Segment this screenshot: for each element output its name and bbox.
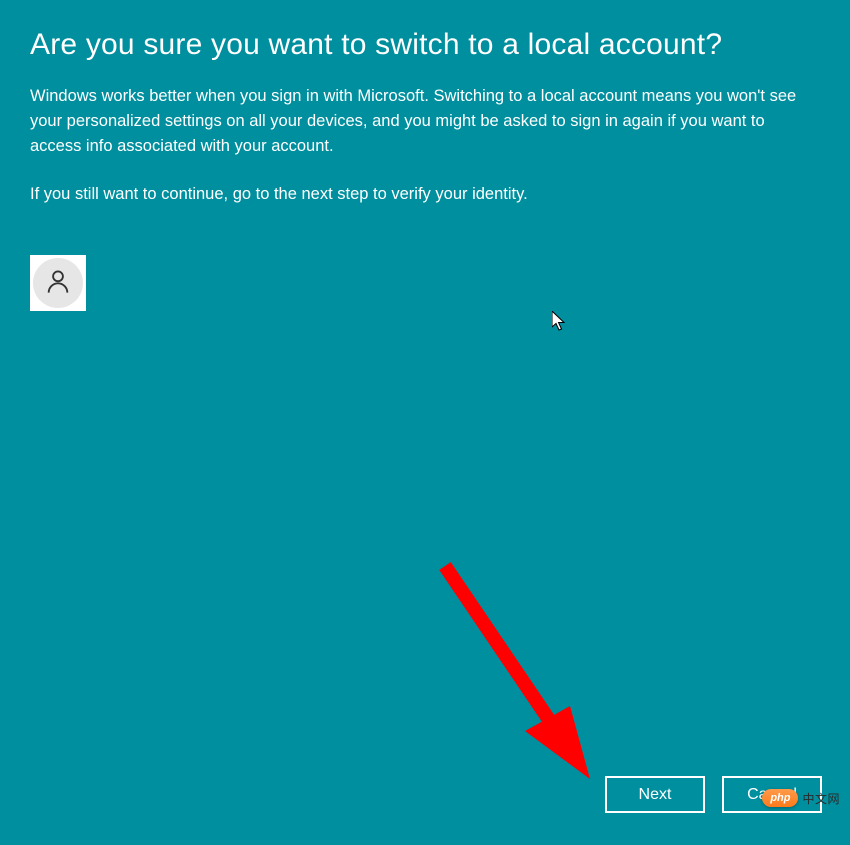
dialog-paragraph-1: Windows works better when you sign in wi… xyxy=(30,84,810,158)
dialog-title: Are you sure you want to switch to a loc… xyxy=(30,28,820,62)
next-button[interactable]: Next xyxy=(605,776,705,813)
user-avatar-circle xyxy=(33,258,83,308)
dialog-container: Are you sure you want to switch to a loc… xyxy=(0,0,850,845)
cancel-button[interactable]: Cancel xyxy=(722,776,822,813)
user-avatar xyxy=(30,255,86,311)
dialog-button-row: Next Cancel xyxy=(605,776,822,813)
person-icon xyxy=(44,267,72,300)
dialog-paragraph-2: If you still want to continue, go to the… xyxy=(30,182,810,207)
